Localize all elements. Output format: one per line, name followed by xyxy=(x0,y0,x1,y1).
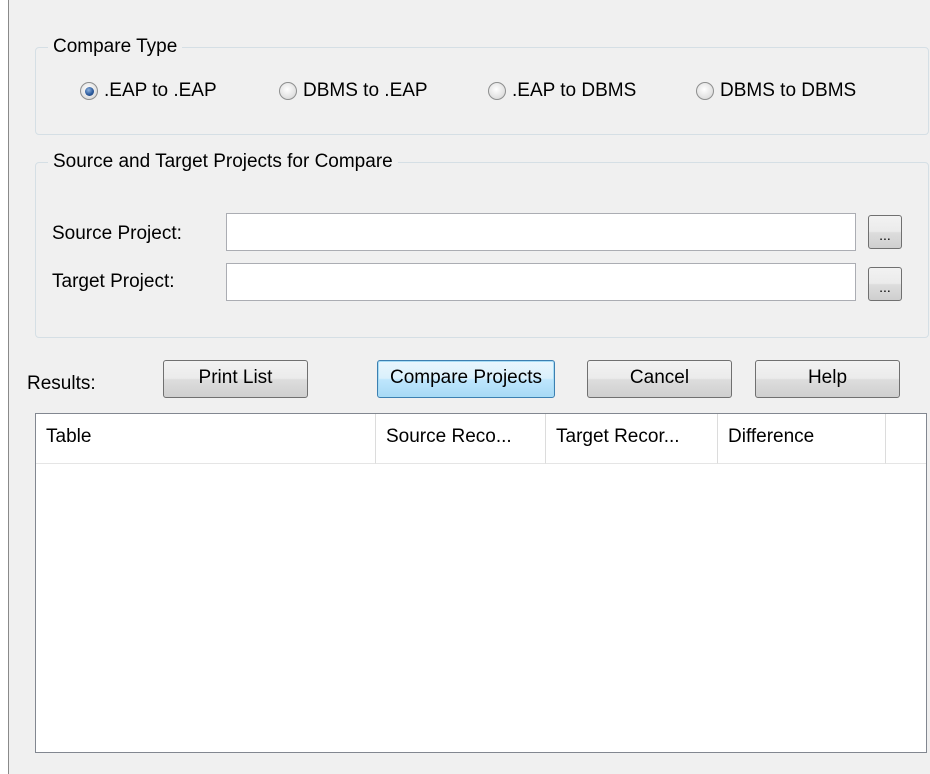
source-project-input[interactable] xyxy=(226,213,856,251)
column-header-table[interactable]: Table xyxy=(36,414,376,464)
target-browse-button[interactable]: ... xyxy=(868,267,902,301)
results-list[interactable]: Table Source Reco... Target Recor... Dif… xyxy=(35,413,927,753)
radio-dbms-to-eap[interactable]: DBMS to .EAP xyxy=(279,80,428,102)
compare-type-title: Compare Type xyxy=(48,34,183,60)
radio-eap-to-eap-label[interactable]: .EAP to .EAP xyxy=(104,80,217,102)
target-project-input[interactable] xyxy=(226,263,856,301)
radio-dbms-to-eap-label[interactable]: DBMS to .EAP xyxy=(303,80,428,102)
projects-group: Source and Target Projects for Compare S… xyxy=(35,149,929,338)
column-header-target-records[interactable]: Target Recor... xyxy=(546,414,718,464)
radio-eap-to-dbms[interactable]: .EAP to DBMS xyxy=(488,80,636,102)
compare-type-group: Compare Type .EAP to .EAP DBMS to .EAP .… xyxy=(35,34,929,135)
radio-eap-to-dbms-label[interactable]: .EAP to DBMS xyxy=(512,80,636,102)
help-button[interactable]: Help xyxy=(755,360,900,398)
cancel-button[interactable]: Cancel xyxy=(587,360,732,398)
column-header-filler xyxy=(886,414,926,464)
results-label: Results: xyxy=(27,373,96,394)
column-header-difference[interactable]: Difference xyxy=(718,414,886,464)
source-project-label: Source Project: xyxy=(52,223,182,244)
radio-unchecked-icon[interactable] xyxy=(696,82,714,100)
compare-projects-button[interactable]: Compare Projects xyxy=(377,360,555,398)
radio-checked-icon[interactable] xyxy=(80,82,98,100)
projects-group-title: Source and Target Projects for Compare xyxy=(48,149,398,175)
radio-unchecked-icon[interactable] xyxy=(488,82,506,100)
results-list-header: Table Source Reco... Target Recor... Dif… xyxy=(36,414,926,464)
radio-dbms-to-dbms-label[interactable]: DBMS to DBMS xyxy=(720,80,856,102)
radio-eap-to-eap[interactable]: .EAP to .EAP xyxy=(80,80,217,102)
print-list-button[interactable]: Print List xyxy=(163,360,308,398)
target-project-label: Target Project: xyxy=(52,271,175,292)
source-browse-button[interactable]: ... xyxy=(868,215,902,249)
radio-unchecked-icon[interactable] xyxy=(279,82,297,100)
column-header-source-records[interactable]: Source Reco... xyxy=(376,414,546,464)
radio-dbms-to-dbms[interactable]: DBMS to DBMS xyxy=(696,80,856,102)
compare-projects-dialog: Compare Type .EAP to .EAP DBMS to .EAP .… xyxy=(8,0,930,774)
